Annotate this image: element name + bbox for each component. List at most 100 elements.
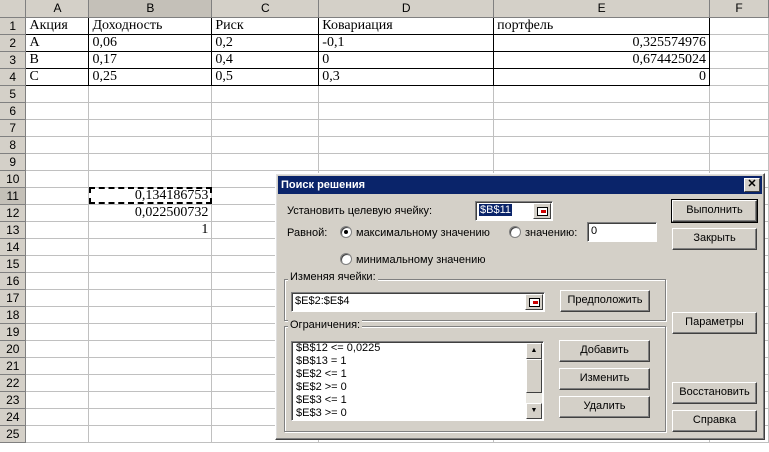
cell-b9[interactable] <box>88 153 213 171</box>
cell-a23[interactable] <box>25 391 90 409</box>
cell-a9[interactable] <box>25 153 90 171</box>
value-input[interactable]: 0 <box>587 222 657 242</box>
row-header[interactable]: 2 <box>0 34 27 52</box>
change-constraint-button[interactable]: Изменить <box>559 368 650 390</box>
cell-b12[interactable]: 0,022500732 <box>88 204 213 222</box>
cell-b8[interactable] <box>88 136 213 154</box>
row-header[interactable]: 18 <box>0 306 27 324</box>
row-header[interactable]: 7 <box>0 119 27 137</box>
cell-b17[interactable] <box>88 289 213 307</box>
cell-c3[interactable]: 0,4 <box>211 51 320 69</box>
cell-b7[interactable] <box>88 119 213 137</box>
cell-f4[interactable] <box>709 68 769 86</box>
cell-a19[interactable] <box>25 323 90 341</box>
row-header[interactable]: 10 <box>0 170 27 188</box>
row-header[interactable]: 1 <box>0 17 27 35</box>
row-header[interactable]: 17 <box>0 289 27 307</box>
cell-b25[interactable] <box>88 425 213 443</box>
cell-a3[interactable]: B <box>25 51 90 69</box>
cell-e6[interactable] <box>493 102 710 120</box>
cell-a11[interactable] <box>25 187 90 205</box>
cell-e7[interactable] <box>493 119 710 137</box>
cell-c8[interactable] <box>211 136 320 154</box>
cell-e5[interactable] <box>493 85 710 103</box>
cell-b24[interactable] <box>88 408 213 426</box>
cell-b14[interactable] <box>88 238 213 256</box>
scroll-down-icon[interactable]: ▼ <box>526 403 542 419</box>
row-header[interactable]: 15 <box>0 255 27 273</box>
radio-value-label[interactable]: значению: <box>525 227 577 239</box>
row-header[interactable]: 21 <box>0 357 27 375</box>
target-collapse-icon[interactable] <box>533 203 551 219</box>
scroll-thumb[interactable] <box>526 359 542 393</box>
radio-min[interactable] <box>340 253 352 265</box>
cell-a15[interactable] <box>25 255 90 273</box>
scroll-up-icon[interactable]: ▲ <box>526 343 542 359</box>
column-header-e[interactable]: E <box>493 0 710 18</box>
row-header[interactable]: 24 <box>0 408 27 426</box>
cell-b21[interactable] <box>88 357 213 375</box>
cell-e8[interactable] <box>493 136 710 154</box>
cell-a6[interactable] <box>25 102 90 120</box>
cell-d7[interactable] <box>318 119 495 137</box>
cell-a22[interactable] <box>25 374 90 392</box>
cell-b20[interactable] <box>88 340 213 358</box>
add-constraint-button[interactable]: Добавить <box>559 340 650 362</box>
changing-cells-input[interactable]: $E$2:$E$4 <box>291 292 545 312</box>
column-header-b[interactable]: B <box>88 0 213 18</box>
constraints-scrollbar[interactable]: ▲ ▼ <box>526 343 542 419</box>
cell-a13[interactable] <box>25 221 90 239</box>
constraint-item[interactable]: $E$2 <= 1 <box>292 368 543 381</box>
cell-a7[interactable] <box>25 119 90 137</box>
row-header[interactable]: 9 <box>0 153 27 171</box>
cell-a16[interactable] <box>25 272 90 290</box>
cell-c9[interactable] <box>211 153 320 171</box>
row-header[interactable]: 25 <box>0 425 27 443</box>
cell-b15[interactable] <box>88 255 213 273</box>
cell-d5[interactable] <box>318 85 495 103</box>
cell-f5[interactable] <box>709 85 769 103</box>
cell-a2[interactable]: A <box>25 34 90 52</box>
radio-min-label[interactable]: минимальному значению <box>356 254 486 266</box>
cell-b6[interactable] <box>88 102 213 120</box>
cell-a1[interactable]: Акция <box>25 16 90 35</box>
cell-f2[interactable] <box>709 34 769 52</box>
cell-a8[interactable] <box>25 136 90 154</box>
row-header[interactable]: 6 <box>0 102 27 120</box>
target-cell-input[interactable]: $B$11 <box>475 201 553 221</box>
dialog-titlebar[interactable]: Поиск решения ✕ <box>278 176 762 194</box>
cell-a4[interactable]: C <box>25 68 90 86</box>
cell-d8[interactable] <box>318 136 495 154</box>
constraints-list[interactable]: $B$12 <= 0,0225 $B$13 = 1 $E$2 <= 1 $E$2 >=… <box>291 341 544 421</box>
row-header[interactable]: 14 <box>0 238 27 256</box>
row-header[interactable]: 16 <box>0 272 27 290</box>
cell-a18[interactable] <box>25 306 90 324</box>
cell-d2[interactable]: -0,1 <box>318 34 495 52</box>
cell-e2[interactable]: 0,325574976 <box>493 34 710 52</box>
constraint-item[interactable]: $E$3 >= 0 <box>292 407 543 420</box>
constraint-item[interactable]: $B$13 = 1 <box>292 355 543 368</box>
cell-f9[interactable] <box>709 153 769 171</box>
cell-a20[interactable] <box>25 340 90 358</box>
cell-a14[interactable] <box>25 238 90 256</box>
cell-c6[interactable] <box>211 102 320 120</box>
cell-e3[interactable]: 0,674425024 <box>493 51 710 69</box>
cell-a5[interactable] <box>25 85 90 103</box>
cell-b13[interactable]: 1 <box>88 221 213 239</box>
column-header-f[interactable]: F <box>709 0 769 18</box>
cell-f1[interactable] <box>709 17 769 35</box>
cell-f7[interactable] <box>709 119 769 137</box>
row-header[interactable]: 13 <box>0 221 27 239</box>
cell-d6[interactable] <box>318 102 495 120</box>
cell-b19[interactable] <box>88 323 213 341</box>
column-header-c[interactable]: C <box>211 0 320 18</box>
row-header[interactable]: 19 <box>0 323 27 341</box>
cell-b5[interactable] <box>88 85 213 103</box>
cell-b4[interactable]: 0,25 <box>88 68 213 86</box>
options-button[interactable]: Параметры <box>672 312 757 334</box>
cell-a25[interactable] <box>25 425 90 443</box>
cell-e9[interactable] <box>493 153 710 171</box>
cell-b18[interactable] <box>88 306 213 324</box>
row-header[interactable]: 4 <box>0 68 27 86</box>
solve-button[interactable]: Выполнить <box>671 199 758 223</box>
